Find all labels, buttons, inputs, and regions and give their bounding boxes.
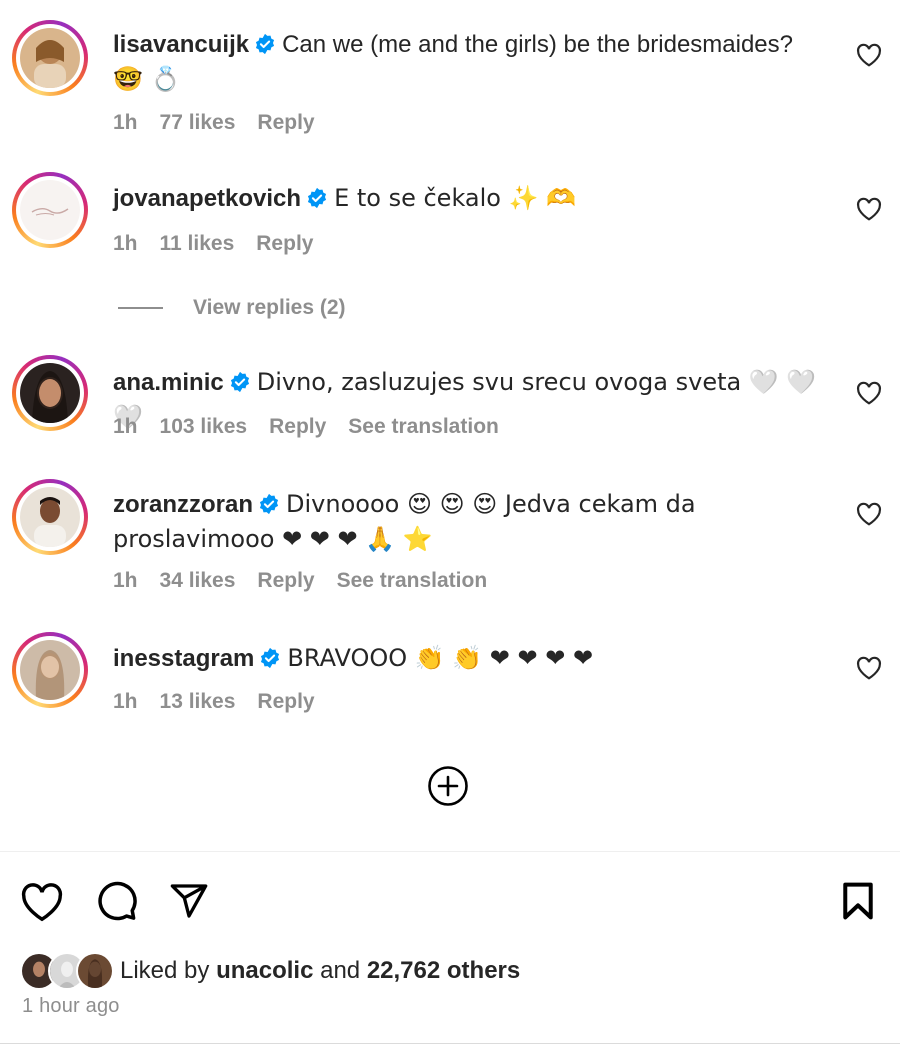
post-timestamp[interactable]: 1 hour ago	[22, 995, 120, 1018]
bookmark-icon[interactable]	[839, 881, 877, 921]
avatar-story-ring[interactable]	[12, 632, 88, 708]
comment-time: 1h	[113, 232, 138, 255]
plus-circle-icon[interactable]	[427, 765, 469, 807]
see-translation-link[interactable]: See translation	[348, 415, 499, 438]
comment-likes[interactable]: 77 likes	[160, 111, 236, 134]
avatar	[20, 640, 80, 700]
comment-bubble-icon[interactable]	[95, 881, 139, 923]
comment-text: lisavancuijk Can we (me and the girls) be…	[113, 28, 833, 97]
comment-body: Can we (me and the girls) be the bridesm…	[282, 31, 794, 58]
comment-body: BRAVOOO 👏 👏 ❤ ❤ ❤ ❤	[287, 644, 594, 672]
liked-by-user-link[interactable]: unacolic	[216, 957, 313, 984]
comment-time: 1h	[113, 690, 138, 713]
liked-by-others-link[interactable]: 22,762 others	[367, 957, 520, 984]
avatar	[20, 363, 80, 423]
avatar	[20, 487, 80, 547]
verified-badge-icon	[254, 33, 276, 55]
comment-username[interactable]: jovanapetkovich	[113, 185, 301, 212]
view-replies-label: View replies (2)	[193, 296, 346, 319]
liker-avatars[interactable]	[20, 952, 116, 990]
liked-by-prefix: Liked by	[120, 957, 210, 984]
reply-button[interactable]: Reply	[257, 111, 314, 134]
verified-badge-icon	[229, 371, 251, 393]
comment-text: inesstagram BRAVOOO 👏 👏 ❤ ❤ ❤ ❤	[113, 641, 833, 676]
comment-likes[interactable]: 34 likes	[160, 569, 236, 592]
bottom-border	[0, 1043, 900, 1044]
avatar	[20, 180, 80, 240]
comment-meta: 1h 34 likes Reply See translation	[113, 569, 509, 593]
verified-badge-icon	[259, 647, 281, 669]
comment-time: 1h	[113, 111, 138, 134]
liked-by-and: and	[320, 957, 361, 984]
avatar-story-ring[interactable]	[12, 172, 88, 248]
comment-like-heart-icon[interactable]	[856, 502, 882, 526]
comment-time: 1h	[113, 415, 138, 438]
comment-likes[interactable]: 11 likes	[160, 232, 235, 255]
section-divider	[0, 851, 900, 852]
comment-username[interactable]: zoranzzoran	[113, 491, 253, 518]
comment-like-heart-icon[interactable]	[856, 43, 882, 67]
avatar-story-ring[interactable]	[12, 355, 88, 431]
comment-body-line2: 🤓 💍	[113, 65, 181, 93]
verified-badge-icon	[258, 493, 280, 515]
comment-meta: 1h 77 likes Reply	[113, 111, 337, 135]
reply-button[interactable]: Reply	[257, 569, 314, 592]
comment-meta: 1h 11 likes Reply	[113, 232, 335, 256]
comment-username[interactable]: ana.minic	[113, 369, 224, 396]
verified-badge-icon	[306, 187, 328, 209]
comment-username[interactable]: inesstagram	[113, 645, 254, 672]
avatar	[20, 28, 80, 88]
comment-text: zoranzzoran Divnoooo 😍 😍 😍 Jedva cekam da…	[113, 487, 833, 557]
paper-plane-icon[interactable]	[168, 881, 210, 921]
comment-likes[interactable]: 13 likes	[160, 690, 236, 713]
comment-body: E to se čekalo ✨ 🫶	[334, 184, 576, 212]
comment-body-line2: proslavimooo ❤ ❤ ❤ 🙏 ⭐	[113, 525, 433, 553]
comment-body: Divnoooo 😍 😍 😍 Jedva cekam da	[286, 490, 696, 518]
comment-likes[interactable]: 103 likes	[160, 415, 248, 438]
view-replies-button[interactable]: View replies (2)	[118, 294, 346, 322]
comment-like-heart-icon[interactable]	[856, 197, 882, 221]
view-replies-divider	[118, 307, 163, 309]
reply-button[interactable]: Reply	[269, 415, 326, 438]
avatar	[76, 952, 114, 990]
comment-like-heart-icon[interactable]	[856, 656, 882, 680]
liked-by-text: Liked by unacolic and 22,762 others	[120, 957, 520, 985]
comment-text: jovanapetkovich E to se čekalo ✨ 🫶	[113, 181, 833, 216]
see-translation-link[interactable]: See translation	[337, 569, 488, 592]
reply-button[interactable]: Reply	[256, 232, 313, 255]
avatar-story-ring[interactable]	[12, 20, 88, 96]
comment-meta: 1h 13 likes Reply	[113, 690, 337, 714]
comment-username[interactable]: lisavancuijk	[113, 31, 249, 58]
avatar-story-ring[interactable]	[12, 479, 88, 555]
liked-by-row: Liked by unacolic and 22,762 others	[20, 951, 520, 991]
comment-meta: 1h 103 likes Reply See translation	[113, 415, 521, 439]
reply-button[interactable]: Reply	[257, 690, 314, 713]
comment-time: 1h	[113, 569, 138, 592]
heart-outline-icon[interactable]	[20, 882, 64, 922]
comment-like-heart-icon[interactable]	[856, 381, 882, 405]
